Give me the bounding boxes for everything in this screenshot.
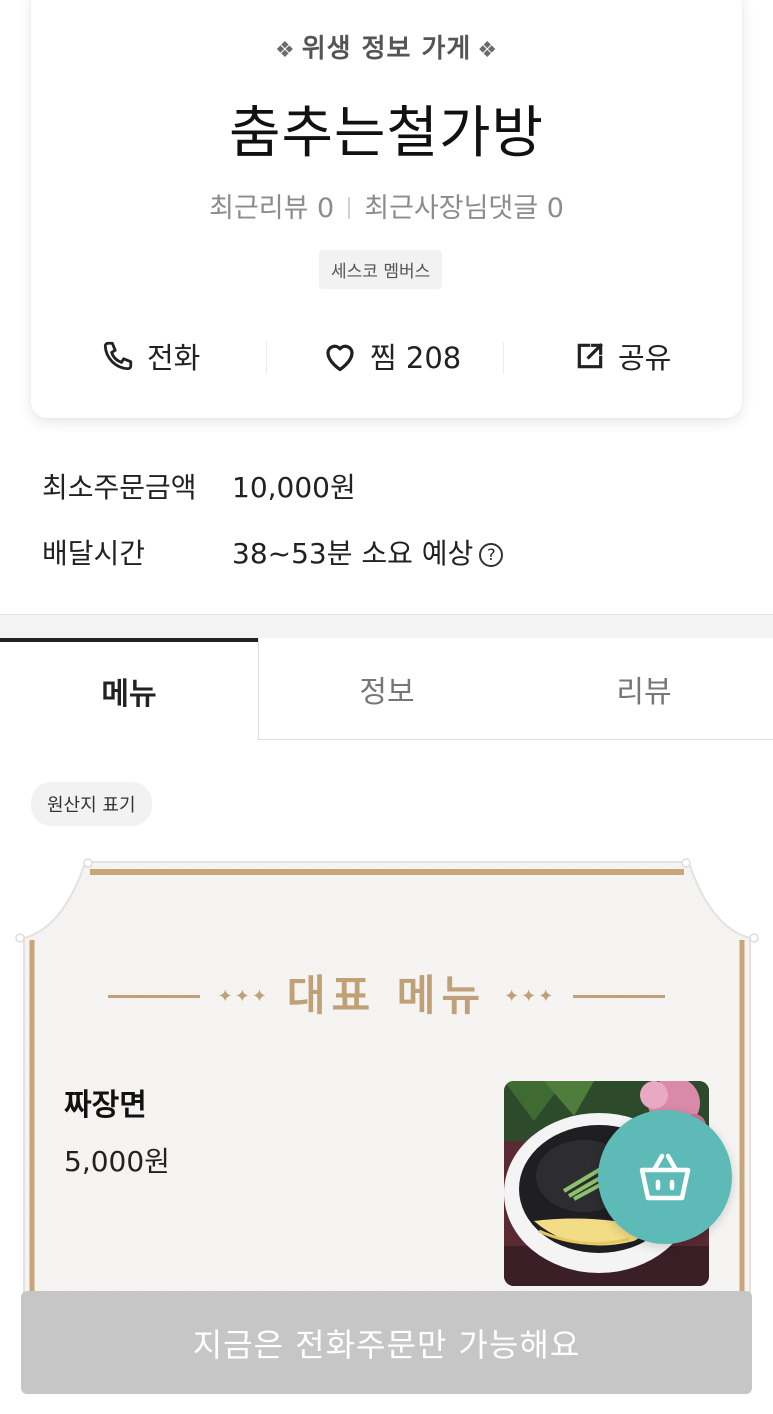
recent-reviews[interactable]: 최근리뷰 0 [209,193,334,224]
hygiene-info[interactable]: ❖ 위생 정보 가게 ❖ [31,28,742,65]
member-badge[interactable]: 세스코 멤버스 [319,250,443,289]
action-divider [266,342,267,374]
phone-icon [103,341,133,371]
phone-order-only-button[interactable]: 지금은 전화주문만 가능해요 [21,1291,752,1394]
featured-menu-title: ✦✦✦ 대표 메뉴 ✦✦✦ [0,962,773,1023]
sparkle-left-icon: ✦✦✦ [217,986,269,1007]
delivery-time-row: 배달시간 38~53분 소요 예상? [42,532,504,572]
min-order-row: 최소주문금액 10,000원 [42,466,356,506]
help-icon[interactable]: ? [479,542,504,567]
min-order-value: 10,000원 [232,471,356,504]
call-label: 전화 [147,341,201,375]
leaf-left-icon: ❖ [274,38,296,63]
title-line-right [573,995,666,998]
origin-label-button[interactable]: 원산지 표기 [31,782,152,826]
leaf-right-icon: ❖ [477,38,499,63]
tab-bar: 메뉴 정보 리뷰 [0,638,773,740]
min-order-label: 최소주문금액 [42,471,197,504]
like-button[interactable]: 찜 208 [322,326,461,386]
delivery-time-value: 38~53분 소요 예상 [232,537,474,570]
delivery-time-label: 배달시간 [42,537,146,570]
sparkle-right-icon: ✦✦✦ [504,986,556,1007]
review-stats: 최근리뷰 0 최근사장님댓글 0 [31,186,742,225]
tab-info[interactable]: 정보 [258,638,515,740]
title-line-left [107,995,200,998]
cart-button[interactable] [598,1110,732,1244]
store-name: 춤추는철가방 [228,101,545,166]
action-divider [503,342,504,374]
share-label: 공유 [618,341,672,375]
share-button[interactable]: 공유 [574,326,671,386]
call-button[interactable]: 전화 [101,326,200,386]
section-divider [0,614,773,639]
tab-reviews[interactable]: 리뷰 [515,638,773,740]
stats-divider [348,197,351,219]
basket-icon [639,1153,691,1201]
heart-icon [326,344,354,372]
like-label: 찜 208 [370,341,462,375]
share-icon [577,343,603,369]
store-card: ❖ 위생 정보 가게 ❖ 춤추는철가방 최근리뷰 0 최근사장님댓글 0 세스코 멤버… [31,0,742,418]
store-actions: 전화 찜 208 공유 [31,326,742,386]
dish-price: 5,000원 [64,1145,170,1178]
tab-menu[interactable]: 메뉴 [0,638,258,740]
dish-name[interactable]: 짜장면 [64,1080,147,1124]
hygiene-label: 위생 정보 가게 [301,34,472,64]
featured-title-text: 대표 메뉴 [286,971,487,1020]
recent-owner-comments[interactable]: 최근사장님댓글 0 [364,193,564,224]
